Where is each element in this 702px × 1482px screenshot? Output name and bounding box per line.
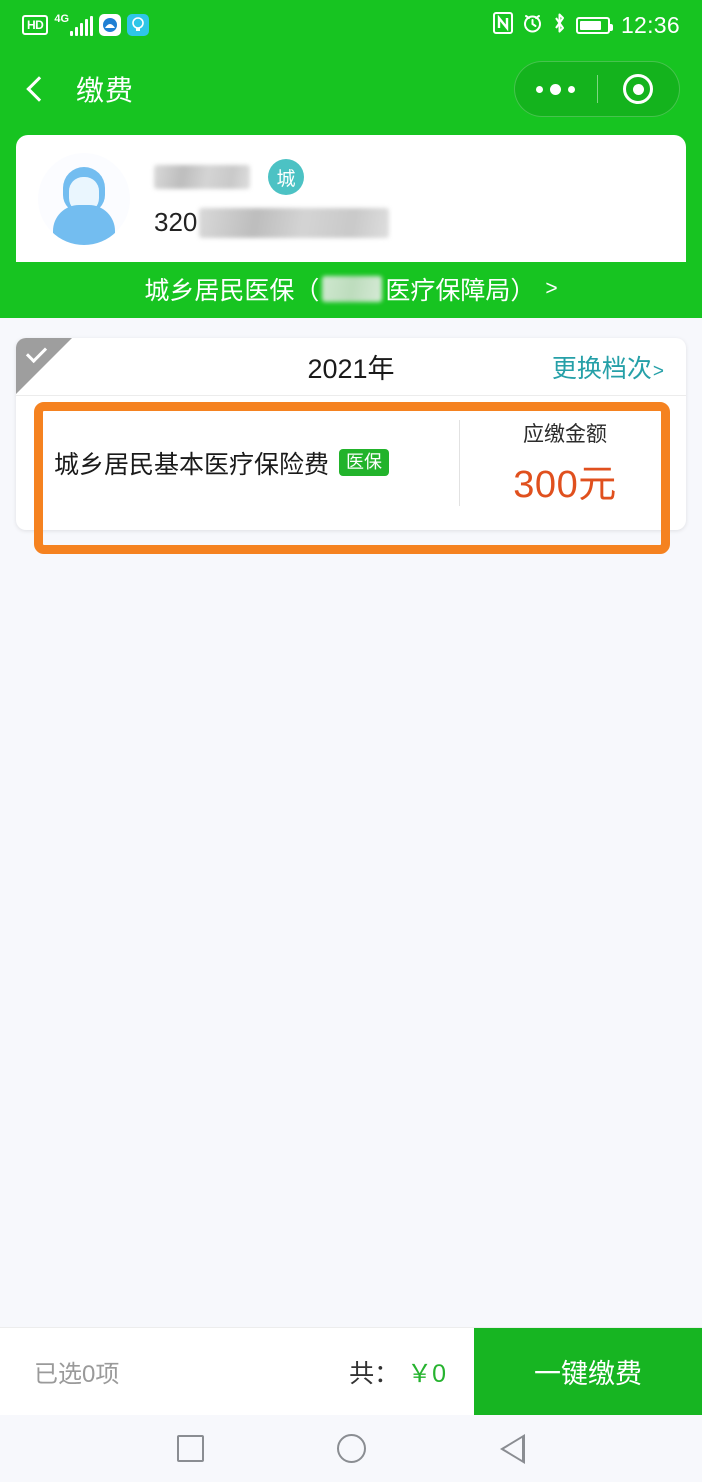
status-bar-left: HD 4G xyxy=(22,14,150,36)
user-details: 城 320 xyxy=(154,159,390,238)
pay-button[interactable]: 一键缴费 xyxy=(474,1327,702,1416)
insurance-type-selector[interactable]: 城乡居民医保（ 医疗保障局） > xyxy=(16,262,686,316)
insurance-suffix: 医疗保障局） xyxy=(385,277,536,305)
payment-item-row[interactable]: 城乡居民基本医疗保险费 医保 应缴金额 300元 xyxy=(16,396,686,529)
nfc-icon xyxy=(492,11,513,39)
app-icon xyxy=(99,14,122,36)
user-info-card: 城 320 xyxy=(16,135,686,262)
user-name-redacted xyxy=(154,165,250,189)
amount-label: 应缴金额 xyxy=(523,422,607,446)
amount-value: 300元 xyxy=(513,463,617,506)
more-dots-icon[interactable] xyxy=(515,83,597,95)
city-badge: 城 xyxy=(268,159,304,195)
payment-amount-block: 应缴金额 300元 xyxy=(460,418,670,508)
bottom-action-bar: 已选0项 共： ￥0 一键缴费 xyxy=(0,1327,702,1416)
insurance-prefix: 城乡居民医保（ xyxy=(144,277,320,305)
page-title: 缴费 xyxy=(76,75,135,106)
signal-bars-icon: 4G xyxy=(54,14,94,36)
insurance-org-redacted xyxy=(322,276,383,302)
clock-time: 12:36 xyxy=(620,11,680,38)
payment-item-title: 城乡居民基本医疗保险费 xyxy=(54,450,330,479)
status-bar-right: 12:36 xyxy=(492,11,680,39)
chevron-right-icon: > xyxy=(652,360,664,382)
total-amount-block: 共： ￥0 xyxy=(349,1354,446,1390)
hd-icon: HD xyxy=(22,15,49,35)
user-id-prefix: 320 xyxy=(154,207,198,237)
total-label: 共： xyxy=(349,1359,400,1388)
status-bar: HD 4G 12:36 xyxy=(0,0,702,50)
user-name-row: 城 xyxy=(154,159,389,195)
status-badge: 医保 xyxy=(339,449,390,476)
person-avatar-icon xyxy=(38,152,130,245)
triangle-back-icon[interactable] xyxy=(500,1433,526,1464)
user-id-row: 320 xyxy=(154,207,390,238)
app-screen: HD 4G 12:36 缴费 城 320 城乡居民医保（ 医疗保障局） > 20… xyxy=(0,0,702,1482)
target-circle-icon[interactable] xyxy=(598,74,680,104)
flashlight-icon xyxy=(127,14,150,36)
total-value: ￥0 xyxy=(407,1359,446,1388)
user-id-redacted xyxy=(199,207,390,238)
change-tier-link[interactable]: 更换档次 > xyxy=(552,349,664,385)
signal-strength-bars xyxy=(70,16,94,36)
android-navigation-bar xyxy=(0,1415,702,1482)
navigation-bar: 缴费 xyxy=(0,50,702,128)
payment-card-header: 2021年 更换档次 > xyxy=(16,338,686,396)
payment-item-card[interactable]: 2021年 更换档次 > 城乡居民基本医疗保险费 医保 应缴金额 300元 xyxy=(16,338,686,530)
circle-home-icon[interactable] xyxy=(337,1434,367,1463)
payment-item-left: 城乡居民基本医疗保险费 医保 xyxy=(32,445,459,481)
change-tier-label: 更换档次 xyxy=(551,354,652,383)
battery-icon xyxy=(575,16,613,34)
miniprogram-capsule xyxy=(514,61,680,117)
back-chevron-icon[interactable] xyxy=(22,76,48,102)
square-recents-icon[interactable] xyxy=(176,1435,204,1462)
alarm-icon xyxy=(522,12,543,39)
chevron-right-icon: > xyxy=(545,277,558,300)
bluetooth-icon xyxy=(552,12,567,39)
selected-count-label: 已选0项 xyxy=(34,1361,120,1388)
